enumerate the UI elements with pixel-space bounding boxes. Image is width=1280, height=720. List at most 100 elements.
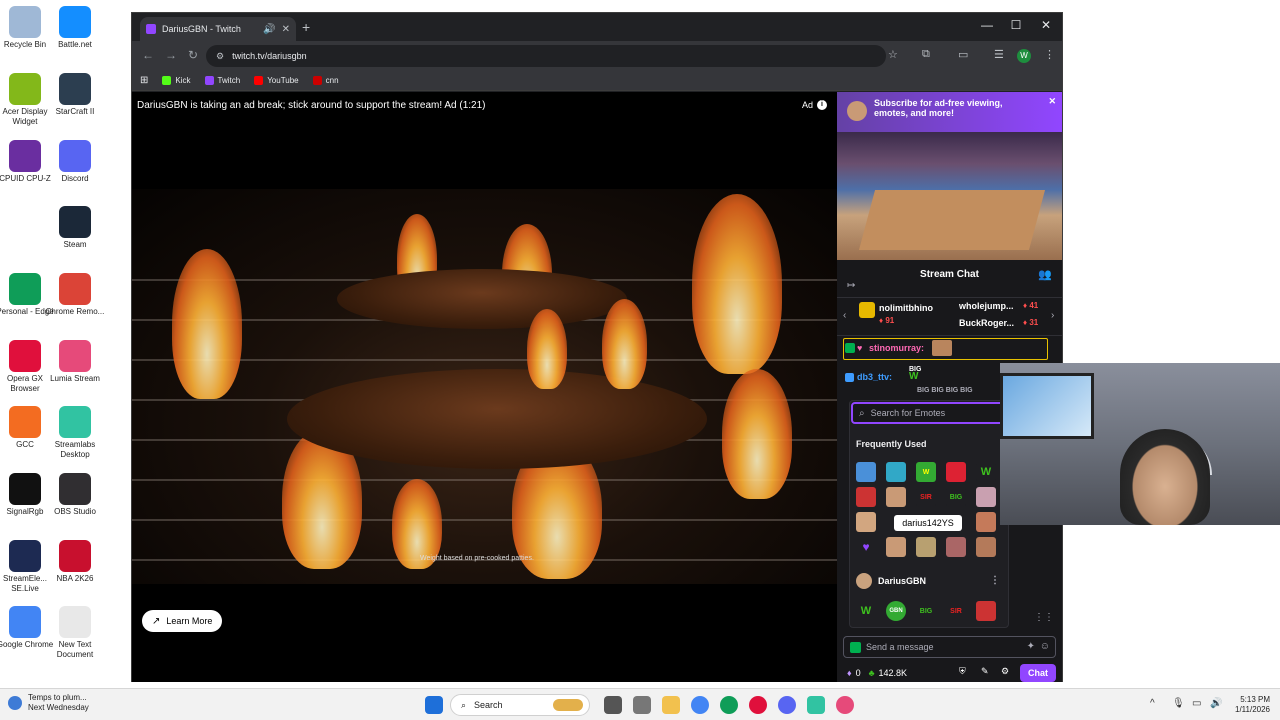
emote[interactable] [976, 487, 996, 507]
emote-big-w[interactable]: BIG [916, 601, 936, 621]
leader-1[interactable]: nolimitbhino [879, 303, 933, 313]
reload-button[interactable]: ↻ [188, 48, 198, 62]
close-tab-icon[interactable]: ✕ [282, 24, 290, 35]
speaker-icon[interactable]: 🔊 [263, 24, 275, 35]
subscribe-promo[interactable]: Subscribe for ad-free viewing, emotes, a… [837, 92, 1062, 132]
network-icon[interactable]: ▭ [1192, 698, 1201, 709]
video-player[interactable]: DariusGBN is taking an ad break; stick a… [132, 92, 837, 682]
info-icon[interactable]: i [817, 100, 827, 110]
channel-points-icon[interactable]: ♦ [847, 668, 852, 678]
more-options-icon[interactable]: ⋮ [990, 575, 1000, 586]
new-tab-button[interactable]: + [302, 19, 310, 35]
close-window-button[interactable]: ✕ [1036, 18, 1056, 32]
emote-sir[interactable]: SIR [946, 601, 966, 621]
emote[interactable] [946, 537, 966, 557]
desktop-lumia[interactable]: Lumia Stream [45, 340, 105, 384]
bookmark-youtube[interactable]: YouTube [254, 76, 299, 85]
chat-user-1[interactable]: stinomurray: [869, 343, 924, 353]
maximize-button[interactable]: ☐ [1006, 18, 1026, 32]
minimize-button[interactable]: — [977, 18, 997, 32]
emote-w[interactable]: W [916, 462, 936, 482]
streamlabs-icon[interactable] [807, 696, 825, 714]
chat-user-2[interactable]: db3_ttv: [857, 372, 892, 382]
emote[interactable] [856, 487, 876, 507]
desktop-streamlabs[interactable]: Streamlabs Desktop [45, 406, 105, 460]
chat-send-button[interactable]: Chat [1020, 664, 1056, 682]
desktop-chrome-remote[interactable]: Chrome Remo... [45, 273, 105, 317]
emote[interactable] [976, 512, 996, 532]
emote-w[interactable]: W [856, 601, 876, 621]
leader-2[interactable]: wholejump... [959, 301, 1014, 311]
ad-badge[interactable]: Ad i [802, 100, 827, 110]
collapse-chat-icon[interactable]: ↦ [847, 280, 855, 291]
pencil-icon[interactable]: ✎ [981, 666, 989, 677]
emote-w-darius[interactable]: W [976, 462, 996, 482]
emote[interactable] [856, 462, 876, 482]
volume-icon[interactable]: 🔊 [1210, 698, 1222, 709]
emote-gbn[interactable]: GBN [886, 601, 906, 621]
emote[interactable] [886, 537, 906, 557]
site-info-icon[interactable]: ⚙ [216, 51, 224, 62]
profile-avatar[interactable]: W [1017, 49, 1031, 63]
desktop-discord[interactable]: Discord [45, 140, 105, 184]
close-promo-icon[interactable]: ✕ [1048, 96, 1056, 106]
extensions-icon[interactable]: ⧉ [922, 48, 930, 61]
chevron-right-icon[interactable]: › [1051, 310, 1054, 321]
desktop-text-document[interactable]: New Text Document [45, 606, 105, 660]
mini-player[interactable] [837, 132, 1062, 260]
desktop-battlenet[interactable]: Battle.net [45, 6, 105, 50]
system-clock[interactable]: 5:13 PM 1/11/2026 [1235, 695, 1270, 715]
opera-icon[interactable] [749, 696, 767, 714]
emote-sir[interactable]: SIR [916, 487, 936, 507]
chrome-icon [9, 606, 41, 638]
bookmark-kick[interactable]: Kick [162, 76, 191, 85]
tab-search-icon[interactable]: ☰ [994, 48, 1004, 61]
emote-big-w[interactable]: BIG [946, 487, 966, 507]
bookmark-cnn[interactable]: cnn [312, 76, 339, 85]
apps-icon[interactable]: ⊞ [140, 75, 148, 86]
desktop-nba2k[interactable]: NBA 2K26 [45, 540, 105, 584]
emote[interactable] [886, 487, 906, 507]
learn-more-button[interactable]: ↗ Learn More [142, 610, 223, 632]
leader-3[interactable]: BuckRoger... [959, 318, 1014, 328]
emote[interactable] [886, 462, 906, 482]
shield-icon[interactable]: ⛨ [959, 666, 966, 677]
chevron-left-icon[interactable]: ‹ [843, 310, 846, 321]
community-icon[interactable]: 👥 [1038, 268, 1052, 281]
menu-icon[interactable]: ⋮ [1044, 48, 1055, 61]
lumia-icon[interactable] [836, 696, 854, 714]
widgets-icon[interactable] [633, 696, 651, 714]
desktop-obs[interactable]: OBS Studio [45, 473, 105, 517]
emote[interactable] [976, 537, 996, 557]
emote-picker-icon[interactable]: ☺ [1040, 641, 1050, 652]
taskbar-search[interactable]: ⌕ Search [450, 694, 590, 716]
emote[interactable] [856, 512, 876, 532]
heart-emote-icon[interactable]: ♥ [856, 537, 876, 557]
bookmark-star-icon[interactable]: ☆ [888, 48, 898, 61]
microphone-icon[interactable]: 🎙 [1172, 698, 1185, 709]
emote[interactable] [976, 601, 996, 621]
tab-twitch[interactable]: DariusGBN - Twitch 🔊 ✕ [140, 17, 296, 41]
emote[interactable] [916, 537, 936, 557]
chat-input[interactable]: Send a message ✦ ☺ [843, 636, 1056, 658]
start-icon[interactable] [425, 696, 443, 714]
cast-icon[interactable]: ▭ [958, 48, 968, 61]
file-explorer-icon[interactable] [662, 696, 680, 714]
bits-icon[interactable]: ✦ [1027, 641, 1035, 652]
grid-icon[interactable]: ⋮⋮ [1034, 612, 1054, 623]
bookmark-twitch[interactable]: Twitch [204, 76, 240, 85]
emote[interactable] [946, 462, 966, 482]
back-button[interactable]: ← [142, 48, 154, 62]
chrome-icon[interactable] [691, 696, 709, 714]
discord-icon[interactable] [778, 696, 796, 714]
desktop-starcraft[interactable]: StarCraft II [45, 73, 105, 117]
desktop-steam[interactable]: Steam [45, 206, 105, 250]
emote-search-input[interactable]: ⌕ Search for Emotes [851, 402, 1009, 424]
weather-widget[interactable]: Temps to plum... Next Wednesday [8, 693, 89, 713]
gear-icon[interactable]: ⚙ [1001, 666, 1009, 677]
tray-chevron-icon[interactable]: ^ [1150, 698, 1155, 709]
forward-button[interactable]: → [165, 48, 177, 62]
task-view-icon[interactable] [604, 696, 622, 714]
address-bar[interactable]: ⚙ twitch.tv/dariusgbn [206, 45, 886, 67]
edge-icon[interactable] [720, 696, 738, 714]
